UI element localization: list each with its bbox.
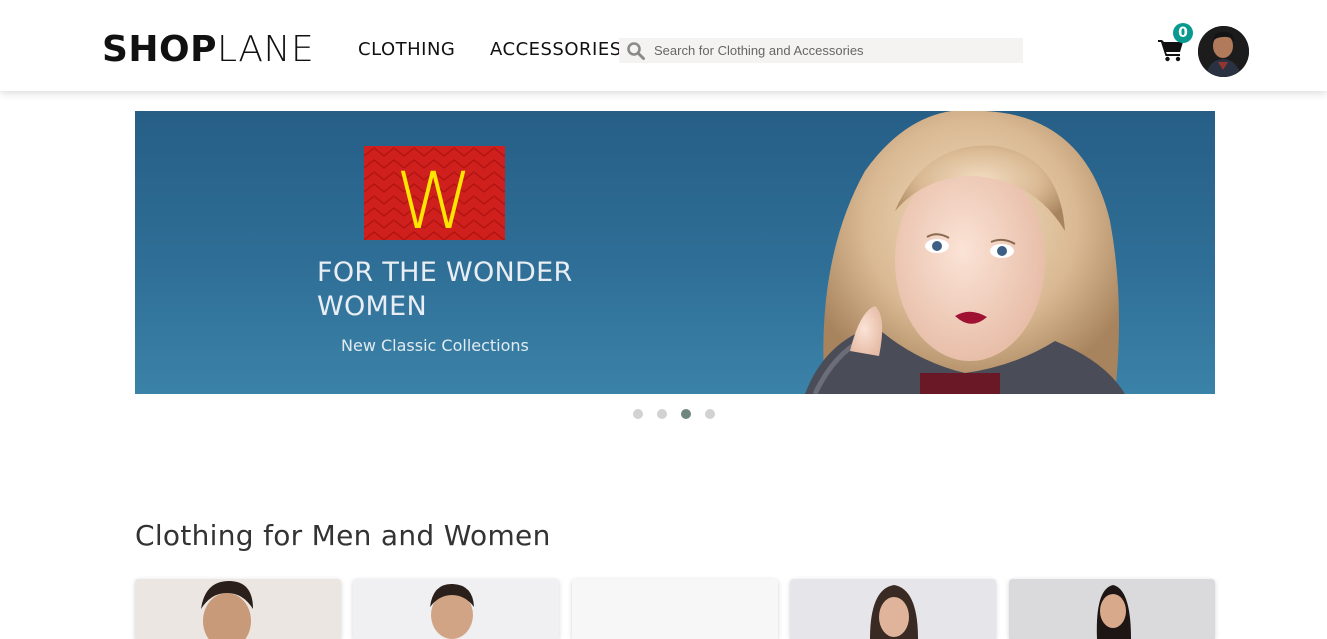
- product-image-5: [1009, 579, 1215, 639]
- banner-model-image: [805, 111, 1125, 394]
- logo-bold-text: SHOP: [102, 29, 218, 70]
- product-image-4: [790, 579, 996, 639]
- banner-subtitle: New Classic Collections: [341, 336, 529, 355]
- logo-light-text: LANE: [217, 29, 315, 70]
- nav-clothing-link[interactable]: CLOTHING: [358, 38, 455, 62]
- product-card-3[interactable]: [572, 579, 778, 639]
- search-input[interactable]: [654, 39, 1014, 62]
- carousel-dot-1[interactable]: [633, 409, 643, 419]
- brand-logo-graphic: W: [364, 146, 505, 247]
- product-card-5[interactable]: [1009, 579, 1215, 639]
- carousel-dot-4[interactable]: [705, 409, 715, 419]
- user-avatar[interactable]: [1198, 26, 1249, 77]
- nav-accessories-link[interactable]: ACCESSORIES: [490, 38, 622, 62]
- section-title: Clothing for Men and Women: [135, 519, 551, 552]
- site-logo[interactable]: SHOPLANE: [102, 30, 314, 70]
- product-card-2[interactable]: [353, 579, 559, 639]
- hero-banner[interactable]: W FOR THE WONDER WOMEN New Classic Colle…: [135, 111, 1215, 394]
- search-icon[interactable]: [626, 41, 646, 61]
- cart-count-badge: 0: [1173, 23, 1193, 43]
- product-image-3: [572, 579, 778, 639]
- brand-logo: W: [364, 146, 505, 247]
- product-image-1: [135, 579, 341, 639]
- carousel-dot-3[interactable]: [681, 409, 691, 419]
- product-card-1[interactable]: [135, 579, 341, 639]
- user-avatar-image: [1198, 26, 1249, 77]
- brand-logo-letter: W: [395, 157, 472, 240]
- top-navbar: SHOPLANE CLOTHING ACCESSORIES 0: [0, 0, 1327, 91]
- carousel-dot-2[interactable]: [657, 409, 667, 419]
- product-card-4[interactable]: [790, 579, 996, 639]
- carousel-indicators: [633, 409, 715, 419]
- banner-title: FOR THE WONDER WOMEN: [317, 257, 573, 322]
- search-bar: [619, 38, 1023, 63]
- product-image-2: [353, 579, 559, 639]
